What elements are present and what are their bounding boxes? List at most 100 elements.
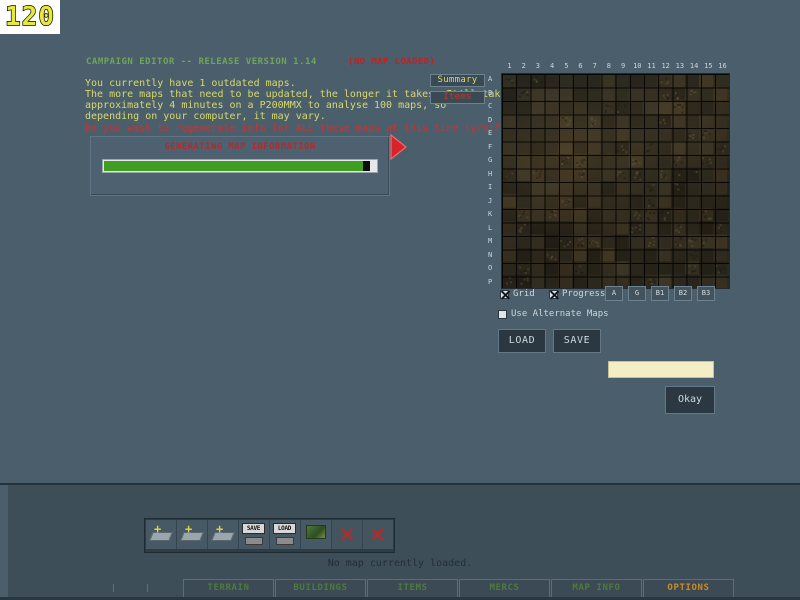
toolbar-new-map-3-button[interactable]: + [208, 520, 239, 549]
map-row-label: J [488, 196, 493, 205]
tab-terrain[interactable]: TERRAIN [183, 579, 274, 598]
map-canvas[interactable] [501, 73, 730, 289]
tab-buildings[interactable]: BUILDINGS [275, 579, 366, 598]
app-logo-text: 120 [4, 2, 55, 32]
summary-button[interactable]: Summary [430, 74, 485, 87]
map-row-label: B [488, 88, 493, 97]
message-line-3: approximately 4 minutes on a P200MMX to … [85, 100, 447, 111]
floppy-disk-icon [245, 537, 263, 545]
tab-mercs[interactable]: MERCS [459, 579, 550, 598]
map-row-label: P [488, 277, 493, 286]
tab-bar: TERRAIN BUILDINGS ITEMS MERCS MAP INFO OPTION… [183, 579, 735, 598]
toolbar-save-map-button[interactable]: SAVE [239, 520, 270, 549]
map-column-label: 1 [507, 62, 512, 70]
checkbox-alternate-maps-label: Use Alternate Maps [511, 309, 609, 319]
toolbar-preview-map-button[interactable] [301, 520, 332, 549]
progress-bar-knob [363, 161, 370, 171]
map-grid-overlay [502, 74, 729, 288]
close-icon: ✕ [339, 520, 355, 549]
message-line-4: depending on your computer, it may vary. [85, 111, 326, 122]
toolbar-new-map-1-button[interactable]: + [146, 520, 177, 549]
confirm-question: Do you wish to regenerate info for ALL t… [85, 123, 501, 134]
toolbar-delete-2-button[interactable]: ✕ [363, 520, 393, 549]
map-column-labels: 1 2 3 4 5 6 7 8 9 10 11 12 13 14 15 16 [503, 62, 726, 73]
map-column-label: 10 [633, 62, 642, 70]
page-title: CAMPAIGN EDITOR -- RELEASE VERSION 1.14 [86, 57, 317, 67]
map-column-label: 3 [535, 62, 540, 70]
tick-mark-1 [113, 584, 114, 592]
checkbox-grid-label: Grid [513, 289, 535, 299]
map-column-label: 12 [661, 62, 670, 70]
tab-map-info[interactable]: MAP INFO [551, 579, 642, 598]
status-text: No map currently loaded. [327, 558, 473, 569]
map-column-label: 13 [675, 62, 685, 70]
message-line-1: You currently have 1 outdated maps. [85, 78, 296, 89]
filename-input[interactable] [608, 361, 714, 378]
items-button[interactable]: Items [430, 91, 485, 104]
map-row-label: F [488, 142, 493, 151]
checkbox-grid-box[interactable] [500, 289, 509, 299]
map-row-label: E [488, 129, 493, 137]
map-column-label: 8 [606, 62, 611, 70]
map-row-label: C [488, 102, 493, 110]
map-row-label: G [488, 156, 493, 164]
app-logo: 120 [0, 0, 60, 34]
layer-button-b3[interactable]: B3 [697, 286, 715, 301]
plus-icon: + [216, 522, 224, 536]
okay-button[interactable]: Okay [665, 386, 715, 414]
floppy-icon-label: SAVE [242, 523, 265, 534]
layer-button-b2[interactable]: B2 [674, 286, 692, 301]
progress-bar-fill [104, 161, 363, 171]
plus-icon: + [154, 522, 162, 536]
map-column-label: 4 [549, 62, 555, 70]
checkbox-progress-box[interactable] [549, 289, 558, 299]
toolbar-new-map-2-button[interactable]: + [177, 520, 208, 549]
map-row-label: M [488, 237, 493, 245]
map-row-label: I [488, 183, 493, 191]
map-column-label: 11 [647, 62, 656, 70]
checkbox-grid[interactable]: Grid [500, 289, 535, 299]
progress-bar [102, 159, 378, 173]
map-column-label: 9 [620, 62, 626, 70]
checkbox-alternate-maps-box[interactable] [498, 309, 507, 319]
map-row-label: H [488, 169, 493, 178]
floppy-icon-label: LOAD [273, 523, 296, 534]
load-button[interactable]: LOAD [498, 329, 546, 353]
close-icon: ✕ [370, 520, 386, 549]
map-row-label: D [488, 115, 493, 124]
map-row-label: A [488, 75, 493, 83]
lower-left-edge [0, 485, 8, 600]
tick-mark-2 [147, 584, 148, 592]
map-column-label: 2 [521, 62, 526, 70]
toolbar-delete-1-button[interactable]: ✕ [332, 520, 363, 549]
bottom-toolbar: + + + SAVE LOAD ✕ ✕ [144, 518, 395, 553]
app-window: 120 CAMPAIGN EDITOR -- RELEASE VERSION 1… [0, 0, 800, 600]
map-row-label: L [488, 223, 493, 232]
map-column-label: 7 [592, 62, 597, 70]
map-column-label: 15 [704, 62, 713, 70]
save-button[interactable]: SAVE [553, 329, 601, 353]
tab-items[interactable]: ITEMS [367, 579, 458, 598]
map-row-label: N [488, 250, 493, 259]
toolbar-load-map-button[interactable]: LOAD [270, 520, 301, 549]
cursor-arrow-icon [390, 134, 407, 160]
map-row-label: K [488, 210, 493, 218]
status-badge-no-map: (NO MAP LOADED) [348, 57, 436, 67]
layer-button-g[interactable]: G [628, 286, 646, 301]
terrain-map-icon [306, 525, 326, 539]
progress-dialog: GENERATING MAP INFORMATION [90, 136, 390, 196]
floppy-disk-icon [276, 537, 294, 545]
layer-button-a[interactable]: A [605, 286, 623, 301]
map-row-label: O [488, 264, 493, 272]
progress-caption: GENERATING MAP INFORMATION [164, 142, 316, 152]
map-row-labels: ABCDEFGHIJKLMNOP [486, 73, 501, 289]
layer-button-b1[interactable]: B1 [651, 286, 669, 301]
checkbox-progress-label: Progress [562, 289, 606, 299]
map-column-label: 6 [578, 62, 583, 70]
tab-options[interactable]: OPTIONS [643, 579, 734, 598]
checkbox-alternate-maps[interactable]: Use Alternate Maps [498, 309, 609, 319]
map-column-label: 14 [689, 62, 699, 70]
plus-icon: + [185, 522, 193, 536]
checkbox-progress[interactable]: Progress [549, 289, 605, 299]
map-column-label: 16 [718, 62, 727, 70]
